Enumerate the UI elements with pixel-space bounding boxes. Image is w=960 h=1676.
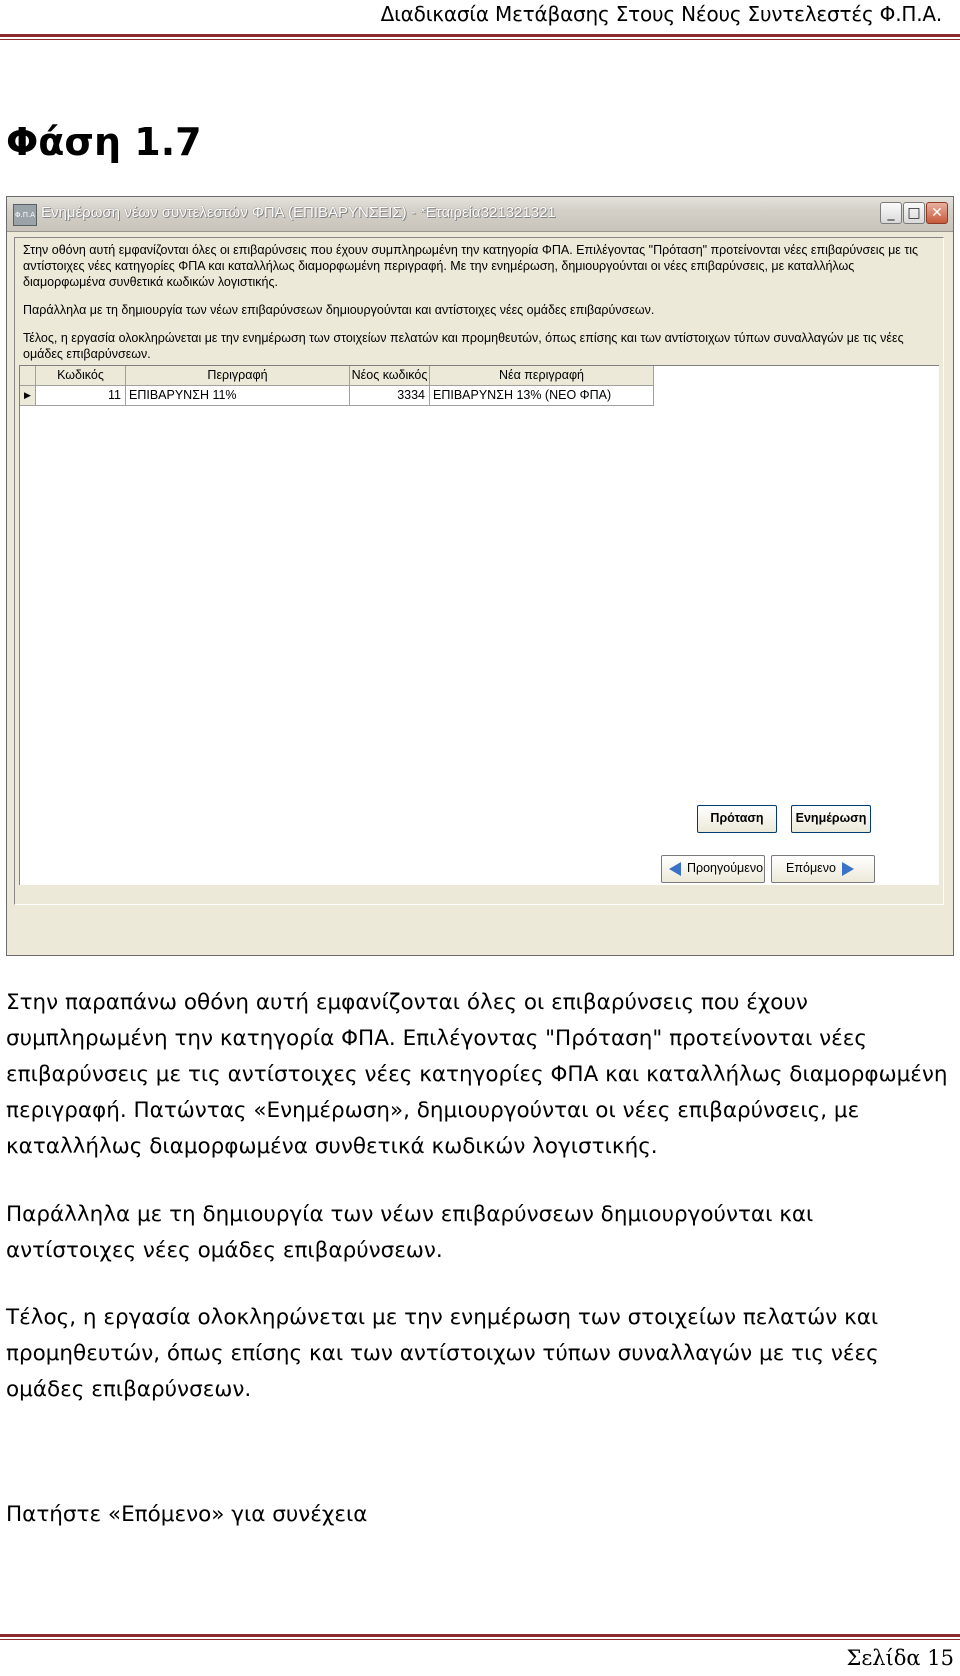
footer-rule-thin xyxy=(0,1639,960,1640)
cell-code[interactable]: 11 xyxy=(36,386,126,406)
cell-new-code[interactable]: 3334 xyxy=(350,386,430,406)
cell-new-description[interactable]: ΕΠΙΒΑΡΥΝΣΗ 13% (ΝΕΟ ΦΠΑ) xyxy=(430,386,654,406)
body-paragraph: Παράλληλα με τη δημιουργία των νέων επιβ… xyxy=(6,1202,814,1263)
page-number: Σελίδα 15 xyxy=(846,1646,955,1670)
cell-description[interactable]: ΕΠΙΒΑΡΥΝΣΗ 11% xyxy=(126,386,350,406)
maximize-button[interactable]: □ xyxy=(903,202,925,224)
info-paragraph: Τέλος, η εργασία ολοκληρώνεται με την εν… xyxy=(23,331,904,361)
minimize-button[interactable]: _ xyxy=(880,202,902,224)
app-window: Φ.Π.Α Ενημέρωση νέων συντελεστών ΦΠΑ (ΕΠ… xyxy=(6,196,954,956)
header-rule xyxy=(0,34,960,37)
grid-header: Κωδικός Περιγραφή Νέος κωδικός Νέα περιγ… xyxy=(20,366,654,386)
arrow-left-icon xyxy=(668,861,681,876)
running-header: Διαδικασία Μετάβασης Στους Νέους Συντελε… xyxy=(380,2,943,26)
arrow-right-icon xyxy=(841,861,854,876)
window-title: Ενημέρωση νέων συντελεστών ΦΠΑ (ΕΠΙΒΑΡΥΝ… xyxy=(41,204,556,221)
row-pointer-icon[interactable]: ▶ xyxy=(20,386,36,406)
previous-button[interactable]: Προηγούμενο xyxy=(661,855,765,883)
info-paragraph: Παράλληλα με τη δημιουργία των νέων επιβ… xyxy=(23,303,655,317)
body-paragraph: Πατήστε «Επόμενο» για συνέχεια xyxy=(6,1502,368,1527)
table-row[interactable]: ▶ 11 ΕΠΙΒΑΡΥΝΣΗ 11% 3334 ΕΠΙΒΑΡΥΝΣΗ 13% … xyxy=(20,386,654,406)
proposal-button[interactable]: Πρόταση xyxy=(697,805,777,833)
body-paragraph: Τέλος, η εργασία ολοκληρώνεται με την εν… xyxy=(6,1305,879,1402)
column-header-code[interactable]: Κωδικός xyxy=(36,366,126,386)
app-logo-icon: Φ.Π.Α xyxy=(13,204,37,226)
window-titlebar[interactable]: Φ.Π.Α Ενημέρωση νέων συντελεστών ΦΠΑ (ΕΠ… xyxy=(7,197,953,232)
header-rule-thin xyxy=(0,39,960,40)
column-header-new-description[interactable]: Νέα περιγραφή xyxy=(430,366,654,386)
next-button[interactable]: Επόμενο xyxy=(771,855,875,883)
phase-title: Φάση 1.7 xyxy=(6,120,202,164)
close-button[interactable]: ✕ xyxy=(926,202,948,224)
column-header-new-code[interactable]: Νέος κωδικός xyxy=(350,366,430,386)
row-selector-header xyxy=(20,366,36,386)
previous-label: Προηγούμενο xyxy=(686,861,764,875)
info-paragraph: Στην οθόνη αυτή εμφανίζονται όλες οι επι… xyxy=(23,243,919,289)
column-header-description[interactable]: Περιγραφή xyxy=(126,366,350,386)
footer-rule xyxy=(0,1634,960,1637)
body-paragraph: Στην παραπάνω οθόνη αυτή εμφανίζονται όλ… xyxy=(6,990,948,1159)
next-label: Επόμενο xyxy=(786,861,836,875)
info-panel: Στην οθόνη αυτή εμφανίζονται όλες οι επι… xyxy=(15,238,943,361)
update-button[interactable]: Ενημέρωση xyxy=(791,805,871,833)
